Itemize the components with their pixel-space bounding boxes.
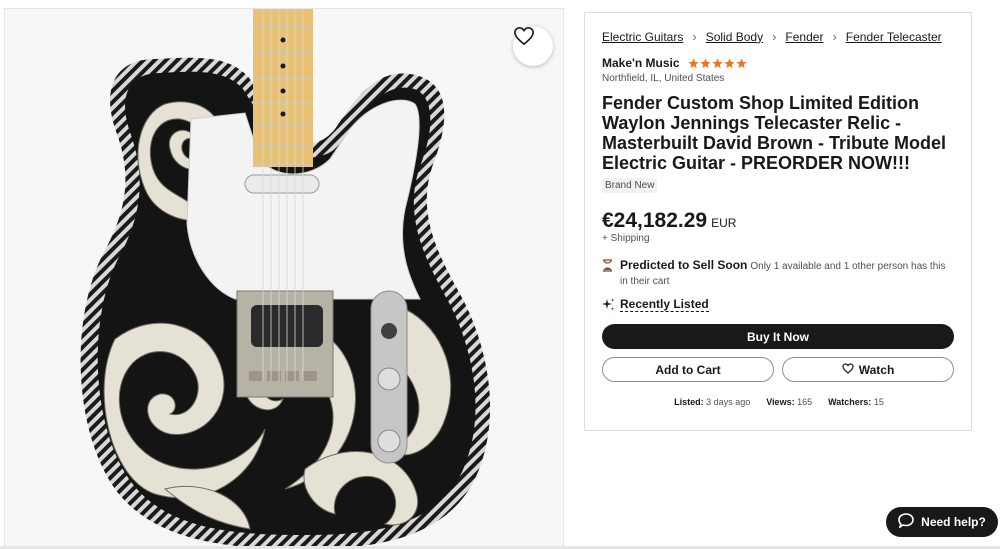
recently-listed-label: Recently Listed	[620, 297, 709, 312]
sparkle-icon	[602, 298, 615, 311]
predict-sell-soon: Predicted to Sell Soon Only 1 available a…	[602, 258, 952, 289]
star-icon	[712, 57, 723, 68]
favorite-button[interactable]	[513, 26, 553, 66]
breadcrumb-electric-guitars[interactable]: Electric Guitars	[602, 30, 683, 44]
recently-listed[interactable]: Recently Listed	[602, 297, 709, 312]
listing-info-card: Electric Guitars › Solid Body › Fender ›…	[584, 12, 972, 431]
watch-button[interactable]: Watch	[782, 357, 954, 382]
product-image-panel[interactable]	[4, 8, 564, 549]
need-help-button[interactable]: Need help?	[886, 507, 998, 537]
views-value: 165	[797, 397, 813, 407]
chevron-right-icon: ›	[692, 29, 697, 44]
listing-title: Fender Custom Shop Limited Edition Waylo…	[602, 93, 947, 173]
hourglass-icon	[602, 259, 614, 289]
seller-row: Make'n Music	[602, 56, 747, 70]
breadcrumb-solid-body[interactable]: Solid Body	[706, 30, 763, 44]
views-stat: Views: 165	[766, 397, 812, 407]
star-icon	[736, 57, 747, 68]
price-row: €24,182.29 EUR	[602, 209, 736, 233]
star-icon	[724, 57, 735, 68]
views-label: Views:	[766, 397, 795, 407]
chat-bubble-icon	[898, 513, 921, 531]
listing-stats: Listed: 3 days ago Views: 165 Watchers: …	[585, 397, 973, 407]
watchers-stat: Watchers: 15	[828, 397, 884, 407]
need-help-label: Need help?	[921, 515, 986, 529]
add-to-cart-button[interactable]: Add to Cart	[602, 357, 774, 382]
shipping-text: + Shipping	[602, 233, 650, 244]
predict-headline: Predicted to Sell Soon	[620, 258, 748, 272]
buy-it-now-button[interactable]: Buy It Now	[602, 324, 954, 349]
seller-location: Northfield, IL, United States	[602, 73, 725, 84]
watch-label: Watch	[858, 362, 895, 377]
heart-outline-icon	[842, 362, 859, 377]
breadcrumb: Electric Guitars › Solid Body › Fender ›…	[602, 29, 942, 44]
star-icon	[688, 57, 699, 68]
listed-stat: Listed: 3 days ago	[674, 397, 750, 407]
currency: EUR	[711, 216, 737, 230]
seller-rating	[688, 57, 747, 69]
chevron-right-icon: ›	[772, 29, 777, 44]
chevron-right-icon: ›	[832, 29, 837, 44]
watchers-label: Watchers:	[828, 397, 872, 407]
watchers-value: 15	[873, 397, 884, 407]
listed-label: Listed:	[674, 397, 704, 407]
predict-text: Predicted to Sell Soon Only 1 available a…	[620, 258, 952, 289]
price: €24,182.29	[602, 209, 708, 232]
guitar-photo	[80, 9, 490, 549]
breadcrumb-fender[interactable]: Fender	[785, 30, 823, 44]
seller-name[interactable]: Make'n Music	[602, 56, 680, 70]
condition-badge: Brand New	[602, 178, 658, 193]
listed-value: 3 days ago	[706, 397, 751, 407]
star-icon	[700, 57, 711, 68]
breadcrumb-fender-telecaster[interactable]: Fender Telecaster	[846, 30, 942, 44]
